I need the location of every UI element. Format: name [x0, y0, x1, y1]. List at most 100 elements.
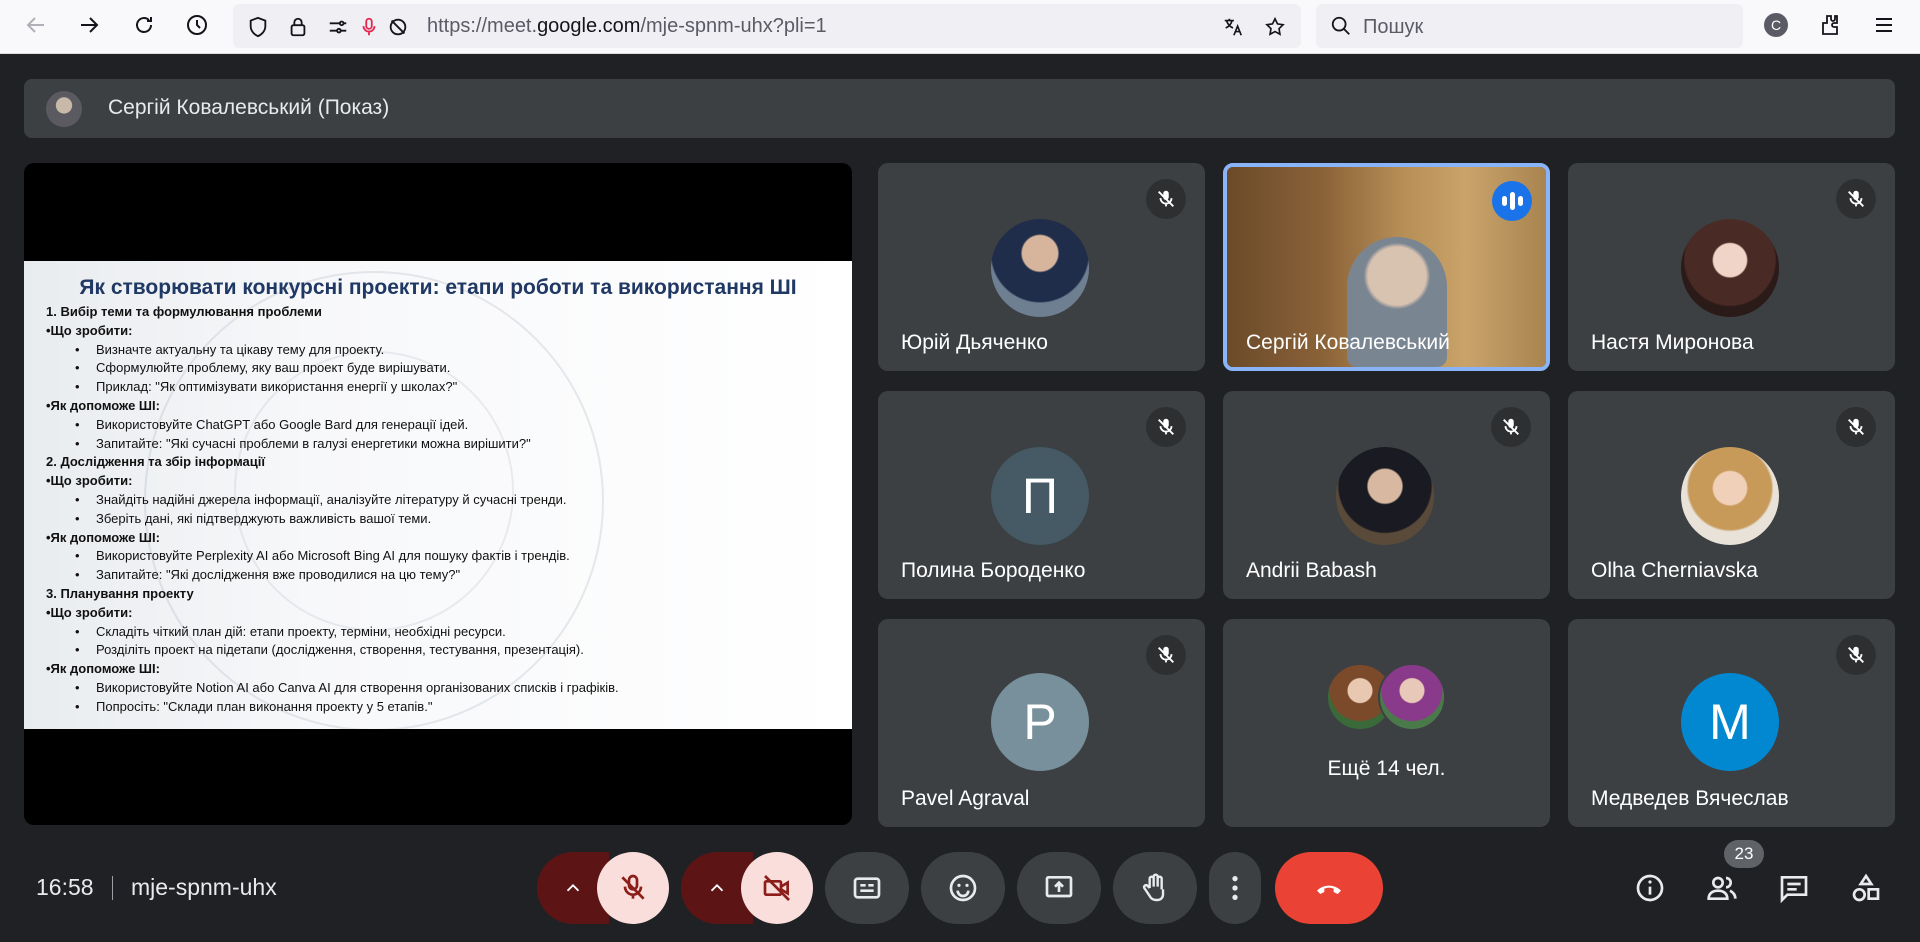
participant-tile-active-speaker[interactable]: Сергій Ковалевський	[1223, 163, 1550, 371]
slide-line: •Як допоможе ШІ:	[46, 529, 160, 545]
participant-name: Andrii Babash	[1246, 559, 1377, 582]
slide-line: Сформулюйте проблему, яку ваш проект буд…	[46, 359, 619, 378]
chevron-up-icon	[566, 883, 580, 892]
meeting-code: mje-spnm-uhx	[131, 874, 277, 900]
participant-tile[interactable]: M Медведев Вячеслав	[1568, 619, 1895, 827]
url-text[interactable]: https://meet.google.com/mje-spnm-uhx?pli…	[427, 15, 827, 38]
avatar	[1378, 663, 1446, 731]
camera-toggle-button[interactable]	[741, 852, 813, 924]
star-icon[interactable]	[1264, 16, 1286, 38]
people-icon	[1707, 876, 1737, 900]
chat-button[interactable]	[1772, 866, 1816, 910]
search-placeholder: Пошук	[1363, 16, 1424, 38]
participant-tile[interactable]: Andrii Babash	[1223, 391, 1550, 599]
browser-toolbar: https://meet.google.com/mje-spnm-uhx?pli…	[0, 0, 1920, 54]
slide-line: Визначте актуальну та цікаву тему для пр…	[46, 341, 619, 360]
present-button[interactable]	[1017, 852, 1101, 924]
raise-hand-button[interactable]	[1113, 852, 1197, 924]
mic-off-icon	[1836, 407, 1876, 447]
more-participants-tile[interactable]: Ещё 14 чел.	[1223, 619, 1550, 827]
participant-tile[interactable]: Юрій Дьяченко	[878, 163, 1205, 371]
avatar	[991, 219, 1089, 317]
slide-title: Як створювати конкурсні проекти: етапи р…	[79, 276, 797, 299]
slide-line: Складіть чіткий план дій: етапи проекту,…	[46, 623, 619, 642]
slide-line: Розділіть проект на підетапи (дослідженн…	[46, 641, 619, 660]
mic-off-icon	[1491, 407, 1531, 447]
profile-icon[interactable]: C	[1762, 11, 1790, 39]
slide-line: Знайдіть надійні джерела інформації, ана…	[46, 491, 619, 510]
slide-line: Попросіть: "Склади план виконання проект…	[46, 698, 619, 717]
present-icon	[1045, 876, 1073, 898]
raise-hand-icon	[1142, 873, 1165, 902]
more-options-button[interactable]	[1209, 852, 1261, 924]
avatar	[1681, 447, 1779, 545]
more-icon	[1232, 876, 1238, 900]
menu-icon[interactable]	[1870, 11, 1898, 39]
avatar-group	[1326, 663, 1446, 731]
leave-call-button[interactable]	[1275, 852, 1383, 924]
info-icon	[1636, 874, 1664, 902]
avatar	[1336, 447, 1434, 545]
slide-line: 1. Вибір теми та формулювання проблеми	[46, 304, 322, 319]
slide-line: Запитайте: "Які сучасні проблеми в галуз…	[46, 435, 619, 454]
shared-screen[interactable]: Як створювати конкурсні проекти: етапи р…	[24, 163, 852, 825]
more-participants-label: Ещё 14 чел.	[1327, 757, 1446, 780]
activities-icon	[1852, 873, 1880, 902]
captions-icon	[853, 877, 881, 899]
participant-name: Медведев Вячеслав	[1591, 787, 1789, 810]
search-input[interactable]: Пошук	[1316, 4, 1743, 48]
presenter-bar: Сергій Ковалевський (Показ)	[24, 79, 1895, 138]
microphone-toggle-button[interactable]	[597, 852, 669, 924]
meeting-details-button[interactable]	[1628, 866, 1672, 910]
divider	[112, 876, 113, 900]
extensions-icon[interactable]	[1816, 11, 1844, 39]
slide-line: Запитайте: "Які дослідження вже проводил…	[46, 566, 619, 585]
mic-off-icon	[1146, 635, 1186, 675]
slide-line: Приклад: "Як оптимізувати використання е…	[46, 378, 619, 397]
activities-button[interactable]	[1844, 866, 1888, 910]
reload-icon[interactable]	[124, 5, 164, 45]
participant-tile[interactable]: P Pavel Agraval	[878, 619, 1205, 827]
slide-line: •Що зробити:	[46, 473, 133, 489]
reactions-button[interactable]	[921, 852, 1005, 924]
meeting-time: 16:58	[36, 874, 94, 900]
avatar: П	[991, 447, 1089, 545]
chat-icon	[1780, 876, 1808, 904]
slide-line: 2. Дослідження та збір інформації	[46, 454, 266, 470]
speaking-indicator-icon	[1492, 181, 1532, 221]
history-icon[interactable]	[177, 5, 217, 45]
participant-name: Сергій Ковалевський	[1246, 331, 1450, 354]
people-button[interactable]	[1700, 866, 1744, 910]
emoji-icon	[949, 874, 977, 902]
participant-count-badge: 23	[1724, 840, 1764, 868]
avatar	[1681, 219, 1779, 317]
slide-content: 1. Вибір теми та формулювання проблеми •Щ…	[46, 303, 619, 717]
captions-button[interactable]	[825, 852, 909, 924]
participant-tile[interactable]: Olha Cherniavska	[1568, 391, 1895, 599]
search-icon	[1331, 16, 1350, 35]
back-icon[interactable]	[16, 5, 56, 45]
forward-icon[interactable]	[69, 5, 109, 45]
mic-off-icon	[1146, 407, 1186, 447]
avatar: M	[1681, 673, 1779, 771]
permissions-icon[interactable]	[327, 16, 349, 38]
camera-off-icon[interactable]	[387, 16, 409, 38]
mic-off-icon	[621, 874, 645, 900]
lock-icon[interactable]	[287, 16, 309, 38]
slide-line: Використовуйте Notion AI або Canva AI дл…	[46, 679, 619, 698]
slide-line: Зберіть дані, які підтверджують важливіс…	[46, 510, 619, 529]
participant-tile[interactable]: П Полина Бороденко	[878, 391, 1205, 599]
address-bar[interactable]: https://meet.google.com/mje-spnm-uhx?pli…	[233, 4, 1301, 48]
mic-off-icon	[1146, 179, 1186, 219]
presenter-name: Сергій Ковалевський (Показ)	[108, 96, 390, 119]
participant-name: Pavel Agraval	[901, 787, 1030, 810]
participant-tile[interactable]: Настя Миронова	[1568, 163, 1895, 371]
slide-line: •Що зробити:	[46, 322, 133, 338]
mic-icon[interactable]	[358, 16, 380, 38]
presentation-slide: Як створювати конкурсні проекти: етапи р…	[24, 261, 852, 729]
translate-icon[interactable]	[1222, 16, 1244, 38]
shield-icon[interactable]	[247, 16, 269, 38]
mic-off-icon	[1836, 179, 1876, 219]
profile-letter: C	[1764, 13, 1788, 37]
slide-line: Використовуйте ChatGPT або Google Bard д…	[46, 416, 619, 435]
